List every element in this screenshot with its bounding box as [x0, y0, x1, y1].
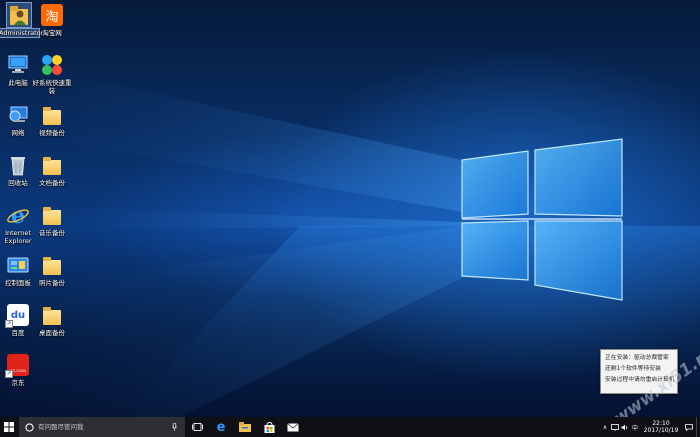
desktop-icon-label: 照片备份 [39, 279, 65, 287]
desktop-icon-photo-backup[interactable]: 照片备份 [34, 253, 70, 287]
ime-icon: 中 [631, 424, 638, 432]
taskbar-edge-button[interactable]: e [209, 417, 233, 437]
shortcut-arrow-icon: ↗ [5, 320, 13, 328]
network-tray-icon [611, 423, 619, 431]
show-desktop-button[interactable] [696, 417, 700, 437]
folder-icon [40, 153, 64, 177]
desktop-wallpaper [0, 0, 700, 417]
control-panel-icon [6, 253, 30, 277]
desktop-icon-music-backup[interactable]: 音乐备份 [34, 203, 70, 237]
action-center-button[interactable] [682, 417, 696, 437]
file-explorer-icon [239, 422, 251, 432]
desktop-icon-desktop-backup[interactable]: 桌面备份 [34, 303, 70, 337]
taobao-glyph: 淘 [45, 9, 59, 25]
system-tray: ∧ 中 22:10 2017/10/19 [600, 417, 700, 437]
recycle-bin-icon [6, 153, 30, 177]
chevron-up-icon: ∧ [602, 423, 608, 431]
desktop-icon-network[interactable]: 网络 [0, 103, 36, 137]
desktop-icon-label: 音乐备份 [39, 229, 65, 237]
desktop-icon-label: 京东 [11, 379, 25, 387]
pinwheel-icon [40, 53, 64, 77]
cortana-search-box[interactable] [19, 417, 185, 437]
volume-icon [621, 424, 628, 430]
task-view-icon [191, 423, 203, 431]
internet-explorer-icon: e [6, 203, 30, 227]
search-input[interactable] [38, 423, 163, 431]
computer-icon [6, 53, 30, 77]
tray-network-button[interactable] [610, 417, 620, 437]
edge-icon: e [216, 419, 226, 435]
baidu-glyph: du [10, 309, 26, 321]
desktop-icon-taobao[interactable]: 淘 淘宝网 [34, 3, 70, 37]
windows-logo-light [0, 60, 700, 417]
folder-icon [40, 203, 64, 227]
taskbar: e ∧ [0, 417, 700, 437]
desktop-icon-control-panel[interactable]: 控制面板 [0, 253, 36, 287]
action-center-icon [685, 423, 693, 431]
desktop-icon-label: 视频备份 [39, 129, 65, 137]
taskbar-mail-button[interactable] [281, 417, 305, 437]
taobao-icon: 淘 [40, 3, 64, 27]
taskbar-file-explorer-button[interactable] [233, 417, 257, 437]
taskbar-store-button[interactable] [257, 417, 281, 437]
shortcut-arrow-icon: ↗ [5, 370, 13, 378]
folder-icon [40, 253, 64, 277]
desktop-icon-document-backup[interactable]: 文档备份 [34, 153, 70, 187]
store-icon [264, 421, 274, 433]
notification-line: 正在安装：驱动总裁管家 [605, 355, 669, 361]
desktop-icon-label: 好系统快速重装 [32, 79, 72, 95]
taskbar-clock[interactable]: 22:10 2017/10/19 [640, 420, 682, 434]
desktop-icon-label: 桌面备份 [39, 329, 65, 337]
desktop-icon-baidu[interactable]: du ↗ 百度 [0, 303, 36, 337]
tray-volume-button[interactable] [620, 417, 630, 437]
cortana-circle-icon [25, 422, 34, 432]
tray-overflow-button[interactable]: ∧ [600, 417, 610, 437]
baidu-icon: du ↗ [5, 303, 30, 328]
jd-icon: JD.COM ↗ [5, 353, 30, 378]
tray-ime-button[interactable]: 中 [630, 417, 640, 437]
desktop-icon-internet-explorer[interactable]: e Internet Explorer [0, 203, 36, 245]
start-button[interactable] [0, 417, 18, 437]
svg-text:e: e [11, 204, 25, 226]
microphone-icon[interactable] [172, 423, 177, 431]
desktop-icon-recycle-bin[interactable]: 回收站 [0, 153, 36, 187]
clock-date: 2017/10/19 [643, 427, 679, 434]
clock-time: 22:10 [652, 420, 670, 427]
desktop-icon-jd[interactable]: JD.COM ↗ 京东 [0, 353, 36, 387]
network-icon [6, 103, 30, 127]
user-folder-icon [6, 2, 32, 28]
windows-start-icon [4, 422, 14, 432]
desktop-icon-this-pc[interactable]: 此电脑 [0, 53, 36, 87]
folder-icon [40, 103, 64, 127]
folder-icon [40, 303, 64, 327]
desktop-icon-label: 文档备份 [39, 179, 65, 187]
desktop-icon-video-backup[interactable]: 视频备份 [34, 103, 70, 137]
mail-icon [287, 422, 299, 431]
task-view-button[interactable] [185, 417, 209, 437]
desktop-icon-reinstall-tool[interactable]: 好系统快速重装 [32, 53, 72, 95]
desktop-icon-label: 淘宝网 [42, 29, 62, 37]
